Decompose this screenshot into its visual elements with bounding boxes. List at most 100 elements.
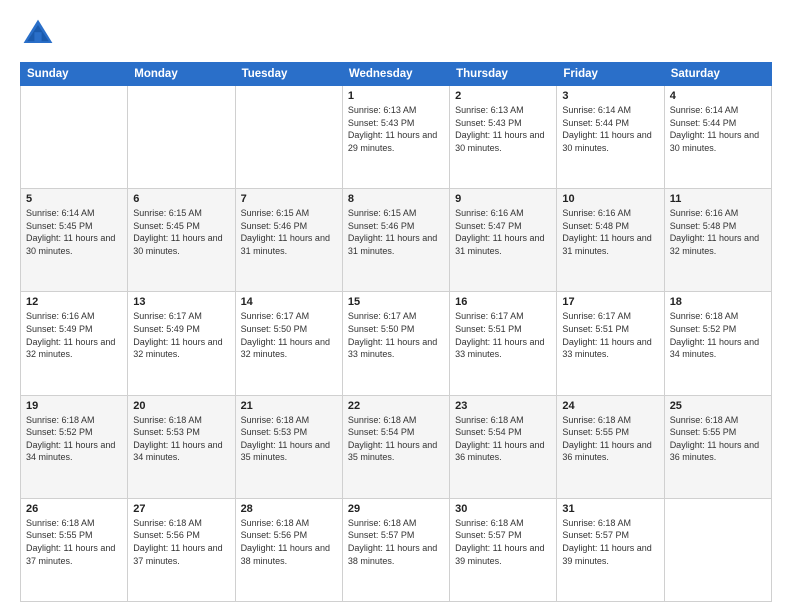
day-info: Sunrise: 6:18 AMSunset: 5:55 PMDaylight:… (26, 518, 115, 566)
logo-icon (20, 16, 56, 52)
calendar-cell: 7 Sunrise: 6:15 AMSunset: 5:46 PMDaylight… (235, 189, 342, 292)
day-number: 16 (455, 296, 551, 308)
day-info: Sunrise: 6:16 AMSunset: 5:49 PMDaylight:… (26, 311, 115, 359)
day-info: Sunrise: 6:18 AMSunset: 5:56 PMDaylight:… (133, 518, 222, 566)
calendar-cell: 2 Sunrise: 6:13 AMSunset: 5:43 PMDaylight… (450, 86, 557, 189)
day-number: 5 (26, 193, 122, 205)
day-number: 17 (562, 296, 658, 308)
day-number: 18 (670, 296, 766, 308)
day-number: 2 (455, 90, 551, 102)
day-info: Sunrise: 6:18 AMSunset: 5:57 PMDaylight:… (348, 518, 437, 566)
day-info: Sunrise: 6:14 AMSunset: 5:44 PMDaylight:… (562, 105, 651, 153)
calendar-week-5: 26Sunrise: 6:18 AMSunset: 5:55 PMDayligh… (21, 498, 772, 601)
day-number: 10 (562, 193, 658, 205)
calendar-cell: 3 Sunrise: 6:14 AMSunset: 5:44 PMDaylight… (557, 86, 664, 189)
calendar-cell: 18 Sunrise: 6:18 AMSunset: 5:52 PMDayligh… (664, 292, 771, 395)
day-info: Sunrise: 6:18 AMSunset: 5:52 PMDaylight:… (670, 311, 759, 359)
calendar-cell: 14Sunrise: 6:17 AMSunset: 5:50 PMDayligh… (235, 292, 342, 395)
day-number: 19 (26, 400, 122, 412)
day-info: Sunrise: 6:18 AMSunset: 5:55 PMDaylight:… (562, 415, 651, 463)
day-number: 30 (455, 503, 551, 515)
col-header-tuesday: Tuesday (235, 63, 342, 86)
calendar-cell: 9 Sunrise: 6:16 AMSunset: 5:47 PMDaylight… (450, 189, 557, 292)
col-header-friday: Friday (557, 63, 664, 86)
calendar-cell: 6Sunrise: 6:15 AMSunset: 5:45 PMDaylight… (128, 189, 235, 292)
day-info: Sunrise: 6:16 AMSunset: 5:48 PMDaylight:… (670, 208, 759, 256)
calendar-cell: 11 Sunrise: 6:16 AMSunset: 5:48 PMDayligh… (664, 189, 771, 292)
day-number: 8 (348, 193, 444, 205)
calendar-cell: 24 Sunrise: 6:18 AMSunset: 5:55 PMDayligh… (557, 395, 664, 498)
day-number: 9 (455, 193, 551, 205)
day-info: Sunrise: 6:18 AMSunset: 5:54 PMDaylight:… (455, 415, 544, 463)
day-info: Sunrise: 6:18 AMSunset: 5:56 PMDaylight:… (241, 518, 330, 566)
col-header-monday: Monday (128, 63, 235, 86)
day-number: 1 (348, 90, 444, 102)
day-number: 24 (562, 400, 658, 412)
calendar-week-2: 5 Sunrise: 6:14 AMSunset: 5:45 PMDaylight… (21, 189, 772, 292)
calendar-cell: 5 Sunrise: 6:14 AMSunset: 5:45 PMDaylight… (21, 189, 128, 292)
day-number: 27 (133, 503, 229, 515)
calendar-header-row: SundayMondayTuesdayWednesdayThursdayFrid… (21, 63, 772, 86)
calendar-cell (235, 86, 342, 189)
calendar-cell: 20 Sunrise: 6:18 AMSunset: 5:53 PMDayligh… (128, 395, 235, 498)
day-number: 11 (670, 193, 766, 205)
day-number: 12 (26, 296, 122, 308)
calendar-cell: 22 Sunrise: 6:18 AMSunset: 5:54 PMDayligh… (342, 395, 449, 498)
calendar-cell: 28 Sunrise: 6:18 AMSunset: 5:56 PMDayligh… (235, 498, 342, 601)
day-info: Sunrise: 6:14 AMSunset: 5:45 PMDaylight:… (26, 208, 115, 256)
day-info: Sunrise: 6:17 AMSunset: 5:50 PMDaylight:… (348, 311, 437, 359)
day-info: Sunrise: 6:17 AMSunset: 5:50 PMDaylight:… (241, 311, 330, 359)
day-number: 28 (241, 503, 337, 515)
page: SundayMondayTuesdayWednesdayThursdayFrid… (0, 0, 792, 612)
col-header-thursday: Thursday (450, 63, 557, 86)
calendar-cell: 8Sunrise: 6:15 AMSunset: 5:46 PMDaylight… (342, 189, 449, 292)
calendar-table: SundayMondayTuesdayWednesdayThursdayFrid… (20, 62, 772, 602)
day-number: 20 (133, 400, 229, 412)
calendar-cell: 31 Sunrise: 6:18 AMSunset: 5:57 PMDayligh… (557, 498, 664, 601)
calendar-cell: 1 Sunrise: 6:13 AMSunset: 5:43 PMDaylight… (342, 86, 449, 189)
day-info: Sunrise: 6:16 AMSunset: 5:48 PMDaylight:… (562, 208, 651, 256)
calendar-cell: 26Sunrise: 6:18 AMSunset: 5:55 PMDayligh… (21, 498, 128, 601)
day-info: Sunrise: 6:15 AMSunset: 5:46 PMDaylight:… (241, 208, 330, 256)
calendar-cell: 21Sunrise: 6:18 AMSunset: 5:53 PMDayligh… (235, 395, 342, 498)
day-info: Sunrise: 6:18 AMSunset: 5:52 PMDaylight:… (26, 415, 115, 463)
calendar-cell: 10 Sunrise: 6:16 AMSunset: 5:48 PMDayligh… (557, 189, 664, 292)
calendar-cell: 19 Sunrise: 6:18 AMSunset: 5:52 PMDayligh… (21, 395, 128, 498)
calendar-cell (664, 498, 771, 601)
day-info: Sunrise: 6:13 AMSunset: 5:43 PMDaylight:… (348, 105, 437, 153)
day-number: 22 (348, 400, 444, 412)
day-info: Sunrise: 6:16 AMSunset: 5:47 PMDaylight:… (455, 208, 544, 256)
calendar-cell: 17Sunrise: 6:17 AMSunset: 5:51 PMDayligh… (557, 292, 664, 395)
day-number: 21 (241, 400, 337, 412)
calendar-week-3: 12 Sunrise: 6:16 AMSunset: 5:49 PMDayligh… (21, 292, 772, 395)
calendar-week-1: 1 Sunrise: 6:13 AMSunset: 5:43 PMDaylight… (21, 86, 772, 189)
calendar-cell: 25 Sunrise: 6:18 AMSunset: 5:55 PMDayligh… (664, 395, 771, 498)
calendar-cell: 27 Sunrise: 6:18 AMSunset: 5:56 PMDayligh… (128, 498, 235, 601)
day-info: Sunrise: 6:18 AMSunset: 5:54 PMDaylight:… (348, 415, 437, 463)
day-number: 3 (562, 90, 658, 102)
calendar-cell: 15 Sunrise: 6:17 AMSunset: 5:50 PMDayligh… (342, 292, 449, 395)
calendar-cell: 12 Sunrise: 6:16 AMSunset: 5:49 PMDayligh… (21, 292, 128, 395)
day-number: 4 (670, 90, 766, 102)
calendar-cell (128, 86, 235, 189)
day-number: 29 (348, 503, 444, 515)
day-info: Sunrise: 6:17 AMSunset: 5:49 PMDaylight:… (133, 311, 222, 359)
day-info: Sunrise: 6:18 AMSunset: 5:57 PMDaylight:… (562, 518, 651, 566)
day-number: 23 (455, 400, 551, 412)
day-number: 15 (348, 296, 444, 308)
day-info: Sunrise: 6:15 AMSunset: 5:45 PMDaylight:… (133, 208, 222, 256)
day-info: Sunrise: 6:18 AMSunset: 5:53 PMDaylight:… (133, 415, 222, 463)
logo (20, 16, 60, 52)
calendar-cell (21, 86, 128, 189)
day-number: 31 (562, 503, 658, 515)
calendar-week-4: 19 Sunrise: 6:18 AMSunset: 5:52 PMDayligh… (21, 395, 772, 498)
day-info: Sunrise: 6:13 AMSunset: 5:43 PMDaylight:… (455, 105, 544, 153)
day-number: 7 (241, 193, 337, 205)
day-number: 25 (670, 400, 766, 412)
day-info: Sunrise: 6:14 AMSunset: 5:44 PMDaylight:… (670, 105, 759, 153)
day-info: Sunrise: 6:18 AMSunset: 5:55 PMDaylight:… (670, 415, 759, 463)
calendar-cell: 23 Sunrise: 6:18 AMSunset: 5:54 PMDayligh… (450, 395, 557, 498)
day-info: Sunrise: 6:18 AMSunset: 5:57 PMDaylight:… (455, 518, 544, 566)
day-number: 13 (133, 296, 229, 308)
calendar-cell: 16Sunrise: 6:17 AMSunset: 5:51 PMDayligh… (450, 292, 557, 395)
